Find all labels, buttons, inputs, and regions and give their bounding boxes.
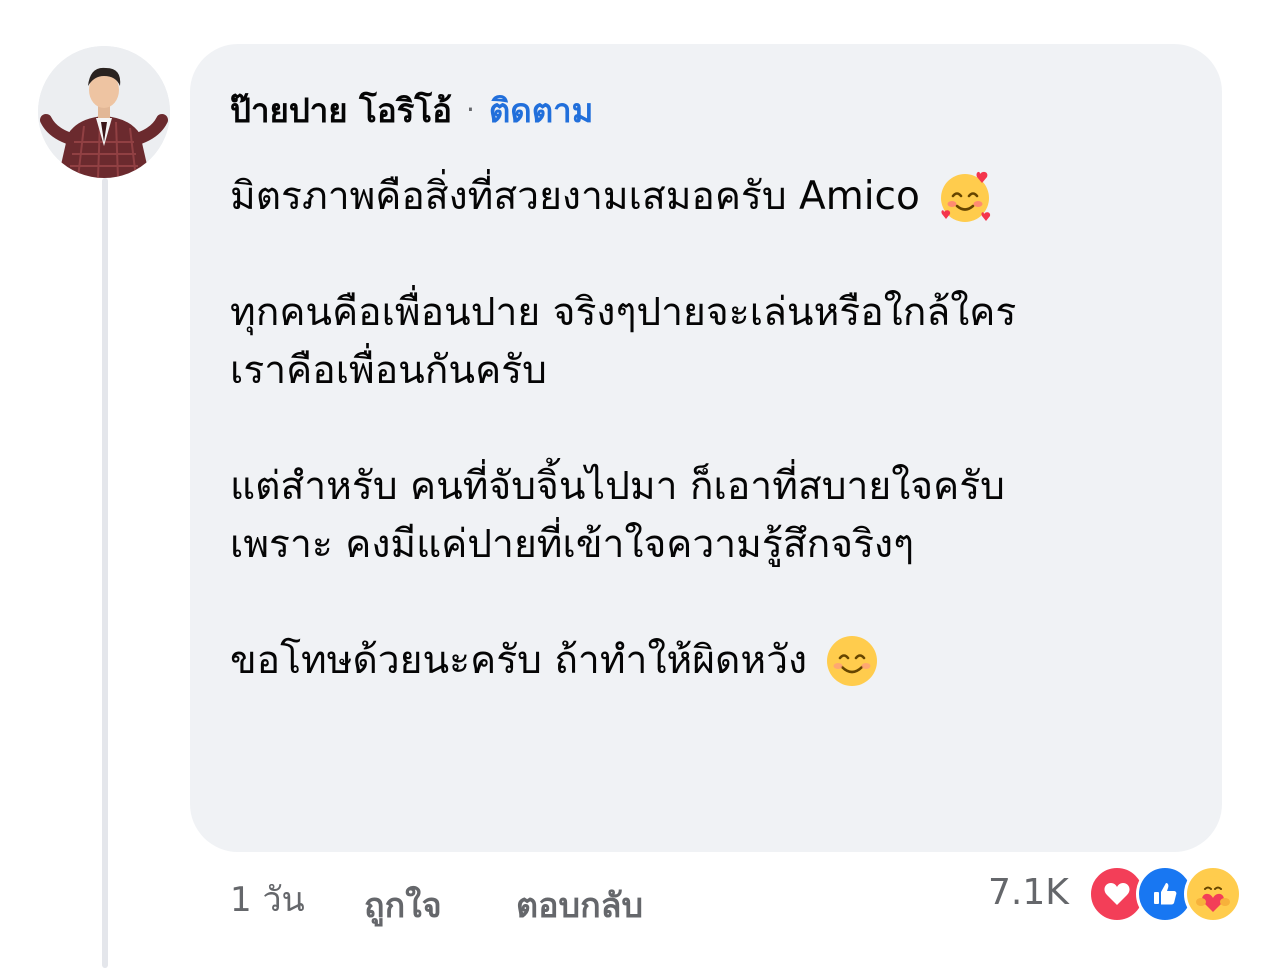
comment-header: ป๊ายปาย โอริโอ้ · ติดตาม	[230, 82, 593, 138]
comment-line: เราคือเพื่อนกันครับ	[230, 342, 1190, 400]
comment-line-text: ขอโทษด้วยนะครับ ถ้าทำให้ผิดหวัง	[230, 638, 808, 683]
comment-line: แต่สำหรับ คนที่จับจิ้นไปมา ก็เอาที่สบายใ…	[230, 458, 1190, 516]
comment-line-text: แต่สำหรับ คนที่จับจิ้นไปมา ก็เอาที่สบายใ…	[230, 464, 1005, 509]
comment-line-text: เราคือเพื่อนกันครับ	[230, 348, 547, 393]
comment-text: มิตรภาพคือสิ่งที่สวยงามเสมอครับ Amico ทุ…	[230, 168, 1190, 690]
thumbs-up-icon	[1154, 883, 1177, 905]
avatar[interactable]	[38, 46, 170, 178]
comment-line-text: มิตรภาพคือสิ่งที่สวยงามเสมอครับ Amico	[230, 174, 920, 219]
comment-line-text: เพราะ คงมีแค่ปายที่เข้าใจความรู้สึกจริงๆ	[230, 522, 915, 567]
smiling-face-with-hearts-emoji	[940, 171, 990, 222]
reaction-summary[interactable]	[1088, 865, 1242, 923]
comment-timestamp[interactable]: 1 วัน	[230, 872, 305, 926]
reply-button[interactable]: ตอบกลับ	[516, 878, 643, 932]
comment-footer: 1 วัน ถูกใจ ตอบกลับ 7.1K	[230, 862, 1242, 926]
care-emoji-icon	[1196, 876, 1230, 912]
care-reaction-icon	[1184, 865, 1242, 923]
separator-dot: ·	[465, 93, 475, 126]
comment-line-text: ทุกคนคือเพื่อนปาย จริงๆปายจะเล่นหรือใกล้…	[230, 290, 1017, 335]
heart-icon	[1104, 883, 1130, 905]
avatar-image	[38, 46, 170, 178]
like-button[interactable]: ถูกใจ	[364, 878, 442, 932]
comment-line: ทุกคนคือเพื่อนปาย จริงๆปายจะเล่นหรือใกล้…	[230, 284, 1190, 342]
comment-line: มิตรภาพคือสิ่งที่สวยงามเสมอครับ Amico	[230, 168, 1190, 226]
reaction-count[interactable]: 7.1K	[988, 872, 1069, 913]
author-name[interactable]: ป๊ายปาย โอริโอ้	[230, 84, 452, 137]
follow-link[interactable]: ติดตาม	[489, 84, 594, 137]
smiling-face-emoji	[827, 636, 878, 686]
comment-line: เพราะ คงมีแค่ปายที่เข้าใจความรู้สึกจริงๆ	[230, 516, 1190, 574]
comment-line: ขอโทษด้วยนะครับ ถ้าทำให้ผิดหวัง	[230, 632, 1190, 690]
reply-thread-line	[102, 178, 108, 968]
